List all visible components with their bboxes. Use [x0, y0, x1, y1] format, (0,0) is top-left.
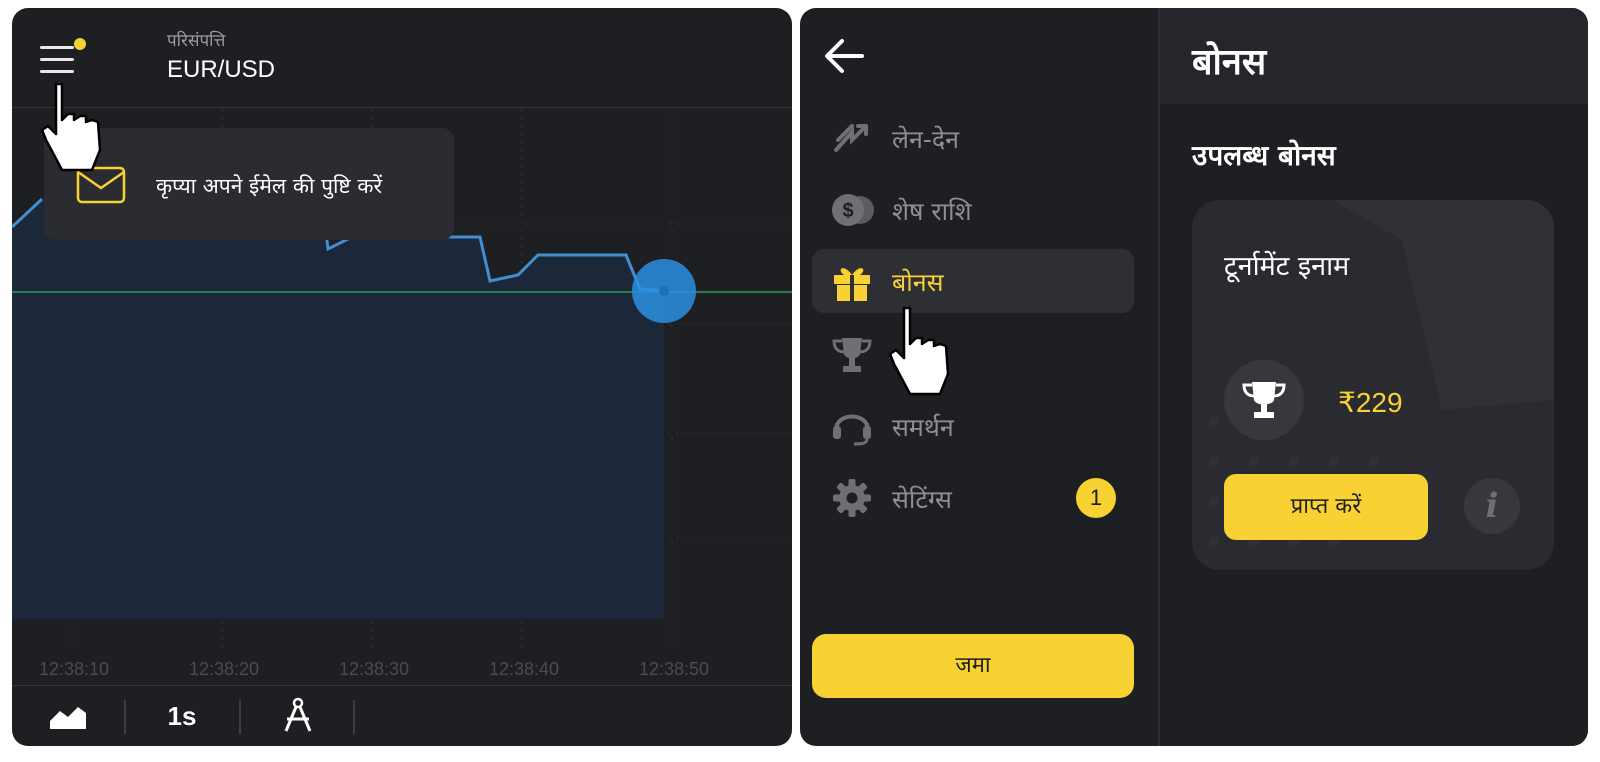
x-tick-label: 12:38:10	[38, 659, 110, 679]
bonus-content: बोनस उपलब्ध बोनस टूर्नामेंट इनाम ₹229 प्…	[1160, 8, 1588, 746]
compass-drawing-icon[interactable]	[276, 694, 320, 738]
account-menu-panel: लेन-देन $ शेष राशि बोनस समर्थन सेटिंग्स …	[800, 8, 1588, 746]
transactions-icon	[834, 124, 868, 152]
bonus-title: टूर्नामेंट इनाम	[1224, 251, 1350, 282]
headset-icon	[833, 414, 871, 446]
area-chart-icon[interactable]	[42, 694, 94, 738]
page-title: बोनस	[1192, 42, 1267, 83]
deposit-button[interactable]: जमा	[812, 634, 1134, 698]
bonus-card: टूर्नामेंट इनाम ₹229 प्राप्त करें i	[1192, 200, 1554, 570]
gift-icon	[834, 268, 870, 301]
notification-dot	[74, 38, 86, 50]
settings-badge: 1	[1076, 478, 1116, 518]
timeframe-label: 1s	[167, 700, 197, 731]
side-menu: लेन-देन $ शेष राशि बोनस समर्थन सेटिंग्स …	[800, 8, 1158, 746]
toolbar-divider	[239, 700, 241, 734]
svg-text:$: $	[842, 200, 853, 222]
toolbar-divider	[124, 700, 126, 734]
hand-cursor-icon	[888, 306, 950, 396]
toolbar-divider	[353, 700, 355, 734]
trading-panel: परिसंपत्ति EUR/USD 12:38:10 12:38:20 12:…	[12, 8, 792, 746]
content-header: बोनस	[1160, 8, 1588, 104]
trophy-badge	[1224, 360, 1304, 440]
x-tick-label: 12:38:40	[488, 659, 560, 679]
x-tick-label: 12:38:20	[188, 659, 260, 679]
area-fill	[12, 199, 664, 619]
trophy-icon	[832, 338, 872, 372]
top-bar: परिसंपत्ति EUR/USD	[12, 8, 792, 108]
x-tick-label: 12:38:50	[638, 659, 710, 679]
chart-toolbar: 1s	[12, 685, 792, 746]
menu-item-support[interactable]: समर्थन	[812, 394, 1134, 458]
menu-label: लेन-देन	[892, 125, 959, 154]
toast-message: कृप्या अपने ईमेल की पुष्टि करें	[156, 174, 383, 198]
section-title: उपलब्ध बोनस	[1192, 139, 1336, 172]
menu-label: समर्थन	[892, 413, 954, 442]
menu-item-transactions[interactable]: लेन-देन	[812, 106, 1134, 170]
info-icon[interactable]: i	[1464, 478, 1520, 534]
menu-label: शेष राशि	[892, 197, 972, 226]
asset-label: परिसंपत्ति	[167, 31, 226, 51]
menu-item-settings[interactable]: सेटिंग्स 1	[812, 466, 1134, 530]
claim-button[interactable]: प्राप्त करें	[1224, 474, 1428, 540]
balance-coins-icon: $	[832, 194, 874, 226]
current-price-dot	[659, 286, 669, 296]
asset-selector[interactable]: EUR/USD	[167, 56, 275, 84]
gear-icon	[833, 479, 871, 517]
menu-label: बोनस	[892, 268, 944, 297]
menu-item-bonus[interactable]: बोनस	[812, 249, 1134, 313]
timeframe-button[interactable]: 1s	[152, 694, 212, 738]
hamburger-icon[interactable]	[40, 38, 86, 78]
menu-item-balance[interactable]: $ शेष राशि	[812, 178, 1134, 242]
trophy-icon	[1242, 382, 1286, 418]
menu-item-tournaments[interactable]	[812, 322, 1134, 386]
hand-cursor-icon	[40, 82, 102, 172]
bonus-amount: ₹229	[1338, 387, 1403, 418]
menu-label: सेटिंग्स	[892, 485, 952, 514]
back-arrow-icon[interactable]	[822, 36, 866, 76]
x-tick-label: 12:38:30	[338, 659, 410, 679]
